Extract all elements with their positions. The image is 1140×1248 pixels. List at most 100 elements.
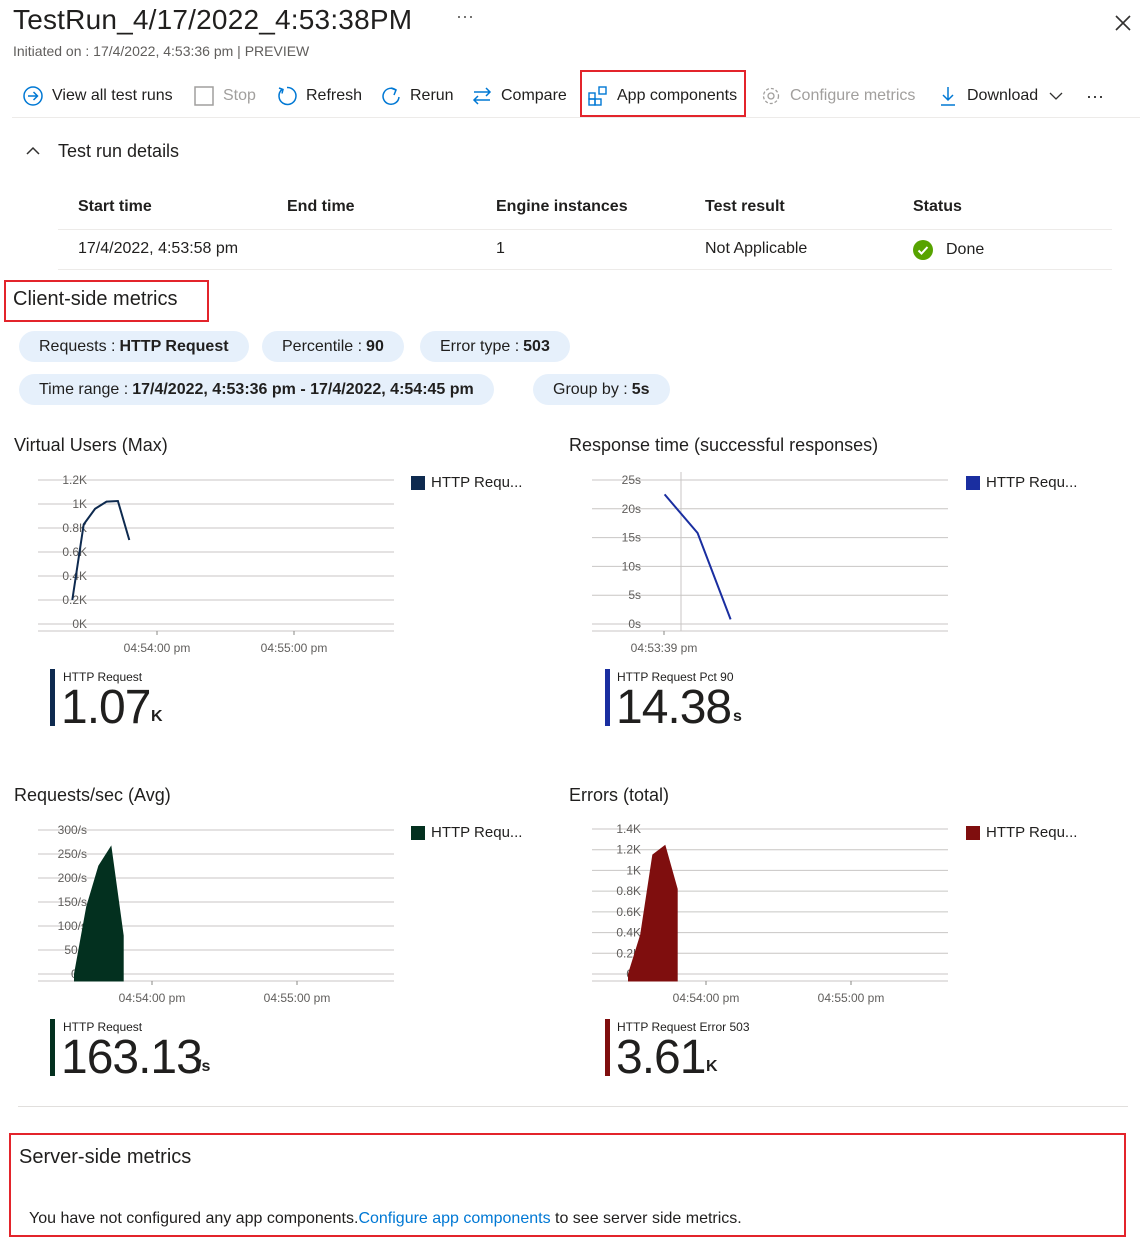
page-subtitle: Initiated on : 17/4/2022, 4:53:36 pm | P… [13,43,310,59]
rerun-icon [382,87,400,106]
download-button[interactable]: Download [937,72,1076,120]
gear-icon [762,87,780,105]
filter-requests-value: HTTP Request [119,337,229,355]
x-tick-label: 04:54:00 pm [119,991,186,1005]
y-tick-label: 1.2K [616,843,641,857]
chart-title-response-time: Response time (successful responses) [569,435,879,455]
virtual-users-chart[interactable]: 0K0.2K0.4K0.6K0.8K1K1.2K04:54:00 pm 04:55… [0,465,400,665]
compare-button[interactable]: Compare [471,72,567,120]
y-tick-label: 0.6K [62,545,87,559]
refresh-button[interactable]: Refresh [276,72,362,120]
rerun-button[interactable]: Rerun [380,72,454,120]
legend-swatch [966,475,980,490]
engine-instances-value: 1 [496,240,505,257]
y-tick-label: 0s [628,617,641,631]
filter-requests-label: Requests : [39,337,116,355]
legend-virtual-users[interactable]: HTTP Requ... [411,474,522,491]
stop-icon [194,86,214,106]
table-row-divider [58,269,1112,270]
chart-title-virtual-users: Virtual Users (Max) [14,435,168,455]
refresh-label: Refresh [306,87,363,104]
kpi-color-bar [50,1019,55,1076]
chevron-up-icon [26,146,40,155]
view-all-test-runs-label: View all test runs [52,87,173,104]
rerun-label: Rerun [410,87,454,104]
y-tick-label: 0.4K [616,926,641,940]
kpi-color-bar [605,1019,610,1076]
view-all-test-runs-button[interactable]: View all test runs [22,72,173,120]
legend-label: HTTP Requ... [431,474,523,491]
chart-title-requests-per-sec: Requests/sec (Avg) [14,785,171,805]
response-time-chart[interactable]: 0s 5s 10s 15s 20s 25s 04:53:39 pm [555,465,955,665]
refresh-icon [278,86,297,106]
status-text: Done [946,241,985,258]
y-tick-label: 10s [622,559,641,573]
legend-errors[interactable]: HTTP Requ... [966,824,1077,841]
kpi-unit-requests-per-sec: /s [197,1058,211,1075]
y-tick-label: 150/s [58,895,87,909]
test-run-details-toggle[interactable]: Test run details [22,140,179,162]
filter-error-type-pill[interactable]: Error type :503 [420,331,570,362]
y-tick-label: 250/s [58,847,87,861]
y-tick-label: 0.2K [62,593,87,607]
check-circle-icon [913,240,933,260]
y-tick-label: 15s [622,531,641,545]
y-tick-label: 25s [622,473,641,487]
filter-percentile-pill[interactable]: Percentile :90 [262,331,404,362]
y-tick-label: 1.2K [62,473,87,487]
legend-requests-per-sec[interactable]: HTTP Requ... [411,824,522,841]
y-tick-label: 1K [626,863,641,877]
configure-metrics-button[interactable]: Configure metrics [760,72,915,120]
filter-time-range-pill[interactable]: Time range :17/4/2022, 4:53:36 pm - 17/4… [19,374,494,405]
y-tick-label: 1K [72,497,87,511]
legend-response-time[interactable]: HTTP Requ... [966,474,1077,491]
filter-group-by-label: Group by : [553,380,628,398]
configure-app-components-link[interactable]: Configure app components [358,1210,550,1227]
legend-swatch [966,825,980,840]
kpi-unit-virtual-users: K [151,708,163,725]
y-tick-label: 1.4K [616,822,641,836]
filter-time-range-value: 17/4/2022, 4:53:36 pm - 17/4/2022, 4:54:… [132,380,474,398]
toolbar-divider [12,117,1140,118]
kpi-value-virtual-users: 1.07 [61,681,151,734]
series-line [663,493,732,620]
close-icon [1115,15,1131,31]
y-tick-label: 5s [628,588,641,602]
x-tick-label: 04:55:00 pm [818,991,885,1005]
y-tick-label: 300/s [58,823,87,837]
kpi-unit-errors: K [706,1058,718,1075]
x-tick-label: 04:53:39 pm [631,641,698,655]
server-side-metrics-title: Server-side metrics [19,1146,192,1168]
column-header-end-time: End time [287,198,355,215]
column-header-test-result: Test result [705,198,785,215]
title-more-button[interactable]: ··· [456,6,474,27]
stop-label: Stop [223,87,256,104]
test-run-details-label: Test run details [58,140,180,161]
server-side-metrics-message: You have not configured any app componen… [29,1210,742,1228]
server-message-prefix: You have not configured any app componen… [29,1210,359,1227]
filter-group-by-value: 5s [631,380,650,398]
filter-requests-pill[interactable]: Requests : HTTP Request [19,331,249,362]
arrow-circle-right-icon [23,86,43,106]
page-title: TestRun_4/17/2022_4:53:38PM [13,4,413,35]
filter-error-type-value: 503 [523,337,550,355]
x-tick-label: 04:54:00 pm [673,991,740,1005]
requests-per-sec-chart[interactable]: 0/s50/s100/s150/s200/s250/s300/s04:54:00… [0,815,400,1015]
test-result-value: Not Applicable [705,240,808,257]
errors-chart[interactable]: 0K0.2K0.4K0.6K0.8K1K1.2K1.4K04:54:00 pm0… [555,815,955,1015]
x-tick-label: 04:55:00 pm [264,991,331,1005]
more-options-button[interactable]: ··· [1086,72,1104,120]
configure-metrics-label: Configure metrics [790,87,916,104]
y-tick-label: 0.8K [616,884,641,898]
section-divider [18,1106,1128,1107]
legend-swatch [411,825,425,840]
compare-label: Compare [501,87,567,104]
legend-label: HTTP Requ... [986,474,1078,491]
legend-swatch [411,475,425,490]
filter-group-by-pill[interactable]: Group by :5s [533,374,670,405]
column-header-start-time: Start time [78,198,152,215]
close-button[interactable] [1108,8,1138,38]
chart-title-errors: Errors (total) [569,785,670,805]
y-tick-label: 20s [622,502,641,516]
stop-button[interactable]: Stop [193,72,256,120]
